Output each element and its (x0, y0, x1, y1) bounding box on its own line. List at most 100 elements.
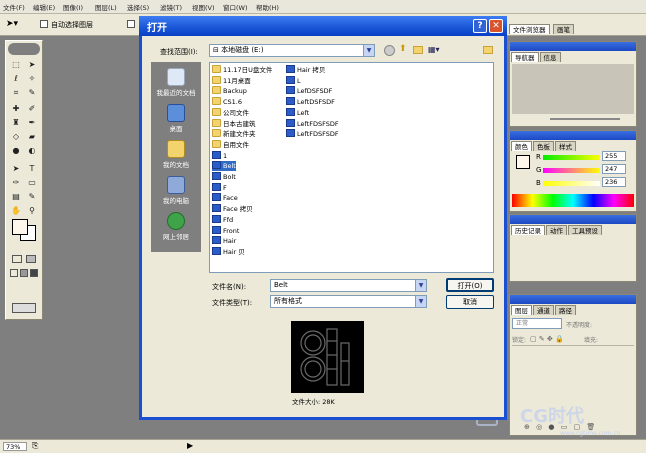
file-item[interactable]: Left (286, 107, 309, 118)
tab-channels[interactable]: 通道 (533, 305, 554, 315)
file-item[interactable]: Ffd (212, 214, 233, 225)
file-item[interactable]: 11月桌面 (212, 75, 251, 86)
hand-tool-icon[interactable]: ✋ (8, 205, 24, 216)
file-item[interactable]: Hair 贝 (212, 246, 245, 257)
tab-file-browser[interactable]: 文件浏览器 (509, 24, 550, 34)
file-item[interactable]: Face (212, 193, 238, 203)
color-fg-swatch[interactable] (516, 155, 530, 169)
lasso-tool-icon[interactable]: ℓ (8, 73, 24, 84)
place-desktop[interactable]: 桌面 (151, 104, 201, 133)
menu-help[interactable]: 帮助(H) (256, 2, 279, 12)
lock-icons[interactable]: ▢ ✎ ✥ 🔒 (530, 335, 564, 343)
tab-actions[interactable]: 动作 (546, 225, 567, 235)
new-folder-icon[interactable] (413, 46, 423, 54)
file-item[interactable]: Face 拷贝 (212, 204, 253, 214)
file-item[interactable]: Belt (212, 161, 236, 172)
shape-tool-icon[interactable]: ▭ (24, 177, 40, 188)
place-recent[interactable]: 我最近的文档 (151, 68, 201, 97)
b-value[interactable]: 236 (602, 177, 626, 187)
healing-brush-icon[interactable]: ✚ (8, 103, 24, 114)
tab-paths[interactable]: 路径 (555, 305, 576, 315)
screen-mode-2-icon[interactable] (20, 269, 28, 277)
filename-input[interactable]: Belt ▼ (270, 279, 427, 292)
file-item[interactable]: CS1.6 (212, 97, 242, 107)
file-item[interactable]: 新建文件夹 (212, 129, 256, 139)
place-my-documents[interactable]: 我的文档 (151, 140, 201, 169)
screen-mode-1-icon[interactable] (10, 269, 18, 277)
r-slider[interactable] (543, 155, 600, 160)
marquee-tool-icon[interactable]: ⬚ (8, 59, 24, 70)
auto-select-checkbox[interactable] (40, 20, 48, 28)
r-value[interactable]: 255 (602, 151, 626, 161)
file-item[interactable]: Front (212, 225, 239, 236)
jump-to-imageready-icon[interactable] (12, 303, 36, 313)
magic-wand-icon[interactable]: ✧ (24, 73, 40, 84)
eyedropper-icon[interactable]: ✎ (24, 191, 40, 202)
up-folder-icon[interactable]: ⬆ (399, 44, 407, 54)
file-item[interactable]: 日本古建筑 (212, 118, 256, 129)
color-spectrum-bar[interactable] (512, 194, 634, 207)
document-info-icon[interactable]: ⎘ (32, 441, 38, 451)
history-brush-icon[interactable]: ✒ (24, 117, 40, 128)
quickmask-mode-icon[interactable] (26, 255, 36, 263)
slice-tool-icon[interactable]: ✎ (24, 87, 40, 98)
brush-tool-icon[interactable]: ✐ (24, 103, 40, 114)
zoom-level[interactable]: 73% (3, 442, 27, 451)
file-item[interactable]: L (286, 75, 301, 86)
pen-tool-icon[interactable]: ✑ (8, 177, 24, 188)
create-folder-icon[interactable] (483, 46, 493, 54)
file-item[interactable]: Bolt (212, 172, 236, 182)
tab-color[interactable]: 颜色 (511, 141, 532, 151)
show-bounds-checkbox[interactable] (127, 20, 135, 28)
file-item[interactable]: 自用文件 (212, 139, 249, 150)
tab-brushes[interactable]: 画笔 (553, 24, 574, 34)
b-slider[interactable] (543, 181, 600, 186)
notes-tool-icon[interactable]: ▤ (8, 191, 24, 202)
blur-tool-icon[interactable]: ● (8, 145, 24, 156)
look-in-select[interactable]: ⊟ 本地磁盘 (E:) ▼ (209, 44, 375, 57)
foreground-color-swatch[interactable] (12, 219, 28, 235)
cancel-button[interactable]: 取消 (446, 295, 494, 309)
back-icon[interactable] (384, 45, 395, 56)
status-menu-arrow-icon[interactable]: ▶ (187, 441, 193, 450)
file-item[interactable]: 11.17日U盘文件 (212, 65, 272, 75)
dodge-tool-icon[interactable]: ◐ (24, 145, 40, 156)
close-icon[interactable]: ✕ (489, 19, 503, 33)
blend-mode-select[interactable]: 正常 (512, 318, 562, 329)
help-icon[interactable]: ? (473, 19, 487, 33)
move-tool-icon[interactable]: ➤ (24, 59, 40, 70)
view-menu-icon[interactable]: ▦▾ (428, 45, 440, 54)
file-item[interactable]: Hair (212, 236, 236, 246)
tab-layers[interactable]: 图层 (511, 305, 532, 315)
place-network[interactable]: 网上邻居 (151, 212, 201, 241)
menu-view[interactable]: 视图(V) (192, 2, 215, 12)
screen-mode-3-icon[interactable] (30, 269, 38, 277)
menu-file[interactable]: 文件(F) (3, 2, 25, 12)
menu-filter[interactable]: 滤镜(T) (160, 2, 182, 12)
filetype-select[interactable]: 所有格式 ▼ (270, 295, 427, 308)
menu-select[interactable]: 选择(S) (127, 2, 149, 12)
stamp-tool-icon[interactable]: ♜ (8, 117, 24, 128)
tab-tool-presets[interactable]: 工具预设 (568, 225, 602, 235)
file-item[interactable]: 公司文件 (212, 107, 249, 118)
menu-window[interactable]: 窗口(W) (223, 2, 248, 12)
navigator-zoom-slider[interactable] (550, 118, 620, 120)
file-item[interactable]: LeftFDSFSDF (286, 129, 339, 139)
file-item[interactable]: Hair 拷贝 (286, 65, 325, 75)
move-tool-icon[interactable]: ➤▾ (6, 19, 18, 29)
type-tool-icon[interactable]: T (24, 163, 40, 174)
file-item[interactable]: Backup (212, 86, 247, 96)
menu-layer[interactable]: 图层(L) (95, 2, 117, 12)
tab-info[interactable]: 信息 (539, 52, 561, 62)
tab-styles[interactable]: 样式 (555, 141, 576, 151)
zoom-tool-icon[interactable]: ⚲ (24, 205, 40, 216)
eraser-tool-icon[interactable]: ◇ (8, 131, 24, 142)
g-slider[interactable] (543, 168, 600, 173)
file-item[interactable]: F (212, 182, 227, 193)
menu-edit[interactable]: 编辑(E) (33, 2, 55, 12)
tab-history[interactable]: 历史记录 (511, 225, 545, 235)
g-value[interactable]: 247 (602, 164, 626, 174)
tab-swatches[interactable]: 色板 (533, 141, 554, 151)
file-item[interactable]: LeftFDSFSDF (286, 118, 339, 129)
gradient-tool-icon[interactable]: ▰ (24, 131, 40, 142)
